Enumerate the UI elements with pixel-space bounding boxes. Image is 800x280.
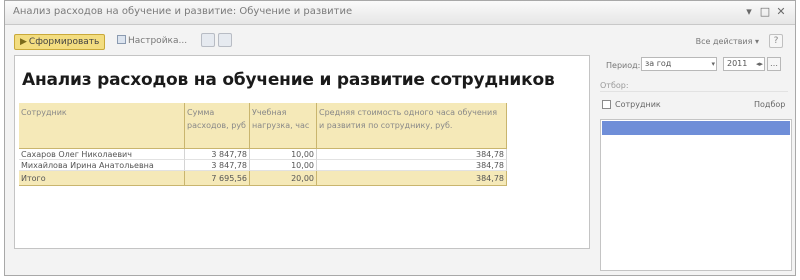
maximize-icon[interactable]: □ [759,6,771,18]
column-header-hours: Учебная нагрузка, час [250,103,317,149]
generate-label: Сформировать [28,37,100,47]
table-cell-avg-cost: 384,78 [317,160,507,171]
total-expenses: 7 695,56 [185,171,250,186]
table-cell-hours: 10,00 [250,149,317,160]
settings-panel: Период: за год ▾ 2011 ◂▸ … Отбор: Сотруд… [594,55,793,273]
settings-label: Настройка... [128,36,188,46]
spin-icon: ◂▸ [755,60,763,68]
period-select[interactable]: за год ▾ [641,57,717,71]
window-menu-icon[interactable]: ▾ [743,6,755,18]
column-header-avg-cost: Средняя стоимость одного часа обучения и… [317,103,507,149]
employee-filter-label: Сотрудник [615,100,661,109]
settings-button[interactable]: Настройка... [117,35,187,46]
total-hours: 20,00 [250,171,317,186]
divider [600,91,788,92]
generate-button[interactable]: ▶ Сформировать [14,34,106,50]
list-item-selected[interactable] [602,121,790,135]
period-value: за год [645,59,672,68]
table-cell-avg-cost: 384,78 [317,149,507,160]
report-options-icon[interactable] [218,33,232,47]
all-actions-label: Все действия [695,37,753,46]
employee-list[interactable] [600,119,792,271]
chevron-down-icon: ▾ [754,37,759,46]
close-icon[interactable]: ✕ [775,6,787,18]
all-actions-menu[interactable]: Все действия ▾ [696,37,759,46]
table-cell-expenses: 3 847,78 [185,160,250,171]
help-button[interactable]: ? [769,34,783,48]
employee-filter-checkbox[interactable] [602,100,611,109]
total-avg-cost: 384,78 [317,171,507,186]
column-header-expenses: Сумма расходов, руб [185,103,250,149]
table-cell-employee: Сахаров Олег Николаевич [19,149,185,160]
period-choose-button[interactable]: … [767,57,781,71]
year-value: 2011 [727,59,748,68]
year-field[interactable]: 2011 ◂▸ [723,57,765,71]
toolbar: ▶ Сформировать Настройка... Все действия … [5,25,795,55]
column-header-employee: Сотрудник [19,103,185,149]
table-cell-employee: Михайлова Ирина Анатольевна [19,160,185,171]
table-cell-hours: 10,00 [250,160,317,171]
settings-icon [117,35,126,44]
table-cell-expenses: 3 847,78 [185,149,250,160]
total-label: Итого [19,171,185,186]
save-variant-icon[interactable] [201,33,215,47]
selection-label: Отбор: [600,81,629,90]
title-bar: Анализ расходов на обучение и развитие: … [5,1,795,25]
report-title: Анализ расходов на обучение и развитие с… [22,70,555,90]
play-icon: ▶ [20,37,27,47]
period-label: Период: [606,61,641,70]
window-title: Анализ расходов на обучение и развитие: … [13,6,353,17]
chevron-down-icon: ▾ [711,60,715,68]
report-area[interactable]: Анализ расходов на обучение и развитие с… [14,55,590,249]
report-window: Анализ расходов на обучение и развитие: … [4,0,796,276]
pick-button[interactable]: Подбор [754,100,785,109]
